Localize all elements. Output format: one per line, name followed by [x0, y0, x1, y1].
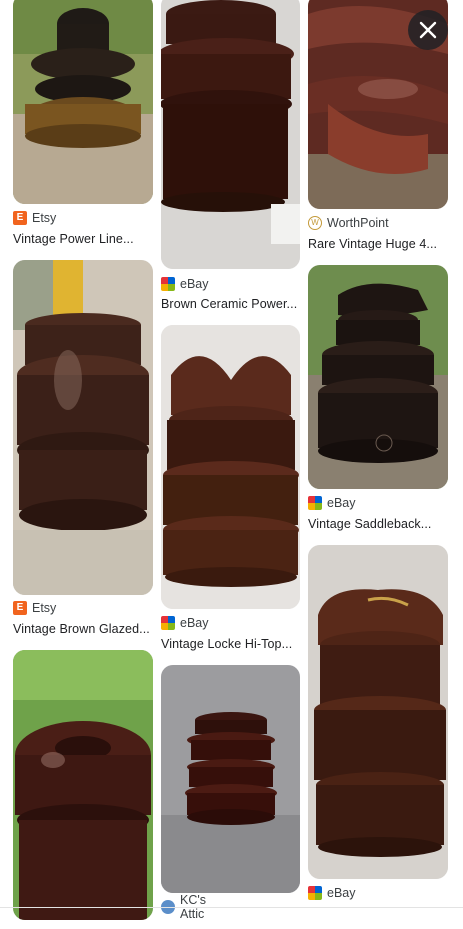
result-source[interactable]: E Etsy	[13, 210, 56, 226]
result-source[interactable]: W WorthPoint	[308, 215, 389, 231]
result-title[interactable]: Brown Ceramic Power...	[161, 297, 300, 311]
worthpoint-icon: W	[308, 216, 322, 230]
source-name: WorthPoint	[327, 216, 389, 230]
result-title[interactable]: Rare Vintage Huge 4...	[308, 237, 448, 251]
result-title[interactable]: Vintage Power Line...	[13, 232, 153, 246]
result-title[interactable]: Vintage Brown Glazed...	[13, 622, 153, 636]
source-name: Etsy	[32, 601, 57, 615]
result-thumbnail[interactable]	[13, 0, 153, 204]
result-source[interactable]: eBay	[308, 495, 356, 511]
ebay-icon	[308, 496, 322, 510]
result-source[interactable]: eBay	[161, 615, 209, 631]
etsy-icon: E	[13, 601, 27, 615]
result-source[interactable]: eBay	[308, 885, 356, 901]
ebay-icon	[308, 886, 322, 900]
ebay-icon	[161, 616, 175, 630]
etsy-icon: E	[13, 211, 27, 225]
ebay-icon	[161, 277, 175, 291]
close-icon	[419, 21, 437, 39]
result-source[interactable]: eBay	[161, 276, 209, 292]
result-title[interactable]: Vintage Saddleback...	[308, 517, 448, 531]
result-title[interactable]: Vintage Locke Hi-Top...	[161, 637, 300, 651]
result-thumbnail[interactable]	[13, 650, 153, 920]
result-thumbnail[interactable]	[161, 0, 300, 269]
result-thumbnail[interactable]	[13, 260, 153, 595]
source-name: eBay	[180, 616, 209, 630]
source-name: eBay	[327, 886, 356, 900]
close-button[interactable]	[408, 10, 448, 50]
result-source[interactable]: E Etsy	[13, 600, 56, 616]
result-thumbnail[interactable]	[161, 665, 300, 893]
source-name: eBay	[327, 496, 356, 510]
source-name: eBay	[180, 277, 209, 291]
result-thumbnail[interactable]	[308, 265, 448, 489]
image-results-grid: E Etsy Vintage Power Line... E Etsy Vint…	[0, 0, 463, 929]
source-name: Etsy	[32, 211, 57, 225]
result-thumbnail[interactable]	[308, 545, 448, 879]
divider	[0, 907, 463, 908]
result-thumbnail[interactable]	[161, 325, 300, 609]
